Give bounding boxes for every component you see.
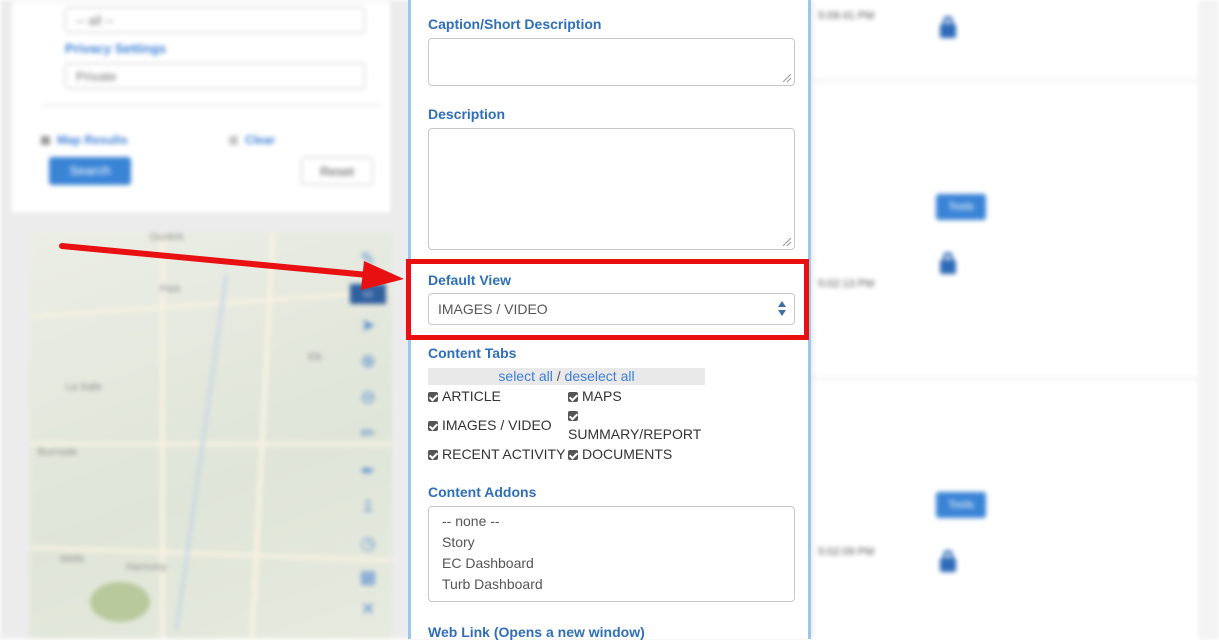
edit-icon[interactable]: ✎ — [350, 246, 386, 272]
tab-summary-report-checkbox[interactable]: SUMMARY/REPORT — [568, 407, 701, 442]
zoom-in-icon[interactable]: ⊕ — [350, 348, 386, 374]
addon-option[interactable]: Turb Dashboard — [442, 576, 543, 592]
map-road — [249, 232, 276, 639]
row-divider — [812, 80, 1198, 81]
timer-icon[interactable]: ◷ — [350, 530, 386, 556]
checkbox-icon — [428, 450, 438, 460]
tab-maps-checkbox[interactable]: MAPS — [568, 388, 622, 404]
checkbox-icon — [568, 392, 578, 402]
resize-grip-icon[interactable] — [783, 238, 791, 246]
pointer-icon[interactable]: ➤ — [350, 312, 386, 338]
tab-images-video-checkbox[interactable]: IMAGES / VIDEO — [428, 417, 552, 433]
caption-label: Caption/Short Description — [428, 16, 602, 32]
checkbox-icon — [428, 392, 438, 402]
tab-summary-report-label: SUMMARY/REPORT — [568, 426, 702, 442]
result-timestamp: 5:02:09 PM — [818, 546, 875, 558]
tab-recent-activity-label: RECENT ACTIVITY — [442, 446, 566, 462]
checkbox-icon — [568, 411, 578, 421]
content-addons-listbox[interactable]: -- none -- Story EC Dashboard Turb Dashb… — [428, 506, 795, 602]
filter-select[interactable]: -- all -- — [65, 7, 365, 33]
result-timestamp: 5:02:13 PM — [818, 278, 875, 290]
content-tabs-label: Content Tabs — [428, 345, 517, 361]
addon-option[interactable]: -- none -- — [442, 513, 500, 529]
tab-article-checkbox[interactable]: ARTICLE — [428, 388, 501, 404]
download-icon[interactable]: ⇩ — [350, 494, 386, 520]
description-textarea[interactable] — [428, 128, 795, 250]
map-road — [30, 289, 392, 319]
addon-option[interactable]: Story — [442, 534, 475, 550]
tools-button[interactable]: Tools — [936, 194, 986, 220]
map-road — [30, 442, 392, 446]
map-results-label: Map Results — [57, 133, 128, 147]
addon-option[interactable]: EC Dashboard — [442, 555, 534, 571]
map-place-label: Park — [160, 284, 181, 295]
tools-button[interactable]: Tools — [936, 492, 986, 518]
row-divider — [812, 378, 1198, 379]
privacy-settings-label: Privacy Settings — [65, 41, 167, 56]
tab-maps-label: MAPS — [582, 388, 622, 404]
deselect-all-link[interactable]: deselect all — [565, 368, 635, 384]
map-park — [90, 582, 150, 622]
search-button[interactable]: Search — [49, 157, 131, 185]
map-place-label: Elk — [308, 352, 322, 363]
map-river — [174, 273, 229, 631]
reset-button[interactable]: Reset — [301, 157, 373, 185]
zoom-out-icon[interactable]: ⊖ — [350, 384, 386, 410]
default-view-highlight — [406, 259, 809, 340]
map-place-label: La Salle — [66, 382, 103, 393]
lock-icon — [940, 252, 956, 274]
select-toggle-bar: select all / deselect all — [428, 368, 705, 385]
clear-toggle[interactable]: Clear — [229, 133, 275, 147]
map-place-label: Harmony — [126, 562, 167, 573]
divider — [41, 105, 381, 106]
tab-documents-label: DOCUMENTS — [582, 446, 673, 462]
checkbox-icon — [568, 450, 578, 460]
tab-images-video-label: IMAGES / VIDEO — [442, 417, 552, 433]
checkbox-icon — [229, 136, 238, 146]
right-gutter — [1198, 0, 1219, 639]
select-all-link[interactable]: select all — [498, 368, 552, 384]
pencil-icon[interactable]: ✏ — [350, 420, 386, 446]
content-addons-label: Content Addons — [428, 484, 537, 500]
description-label: Description — [428, 106, 506, 122]
results-list — [812, 0, 1199, 639]
map-place-label: Burnside — [38, 447, 78, 458]
result-timestamp: 5:09:41 PM — [818, 10, 875, 22]
map-view[interactable]: Dunkirk Park Elk La Salle Burnside Harmo… — [30, 232, 392, 639]
lock-icon — [940, 550, 956, 572]
map-place-label: Wells — [60, 554, 85, 565]
pen-icon[interactable]: ✒ — [350, 458, 386, 484]
resize-grip-icon[interactable] — [783, 74, 791, 82]
tab-article-label: ARTICLE — [442, 388, 501, 404]
filter-select-value: -- all -- — [76, 13, 114, 28]
tab-recent-activity-checkbox[interactable]: RECENT ACTIVITY — [428, 446, 565, 462]
checkbox-icon — [41, 136, 50, 146]
clear-label: Clear — [245, 133, 276, 147]
checkbox-icon — [428, 421, 438, 431]
privacy-select-value: Private — [76, 69, 117, 84]
search-filter-panel: -- all -- Privacy Settings Private Map R… — [10, 0, 392, 214]
map-place-label: Dunkirk — [150, 232, 184, 243]
tab-documents-checkbox[interactable]: DOCUMENTS — [568, 446, 672, 462]
expand-icon[interactable]: ✕ — [350, 596, 386, 622]
select-divider: / — [552, 368, 565, 384]
trash-icon[interactable]: ▦ — [350, 564, 386, 590]
caption-textarea[interactable] — [428, 38, 795, 86]
lock-icon — [940, 16, 956, 38]
map-road — [30, 545, 392, 563]
layers-icon[interactable]: ▭ — [350, 284, 386, 304]
map-results-toggle[interactable]: Map Results — [41, 133, 128, 147]
web-link-label: Web Link (Opens a new window) — [428, 624, 645, 640]
privacy-select[interactable]: Private — [65, 63, 365, 89]
